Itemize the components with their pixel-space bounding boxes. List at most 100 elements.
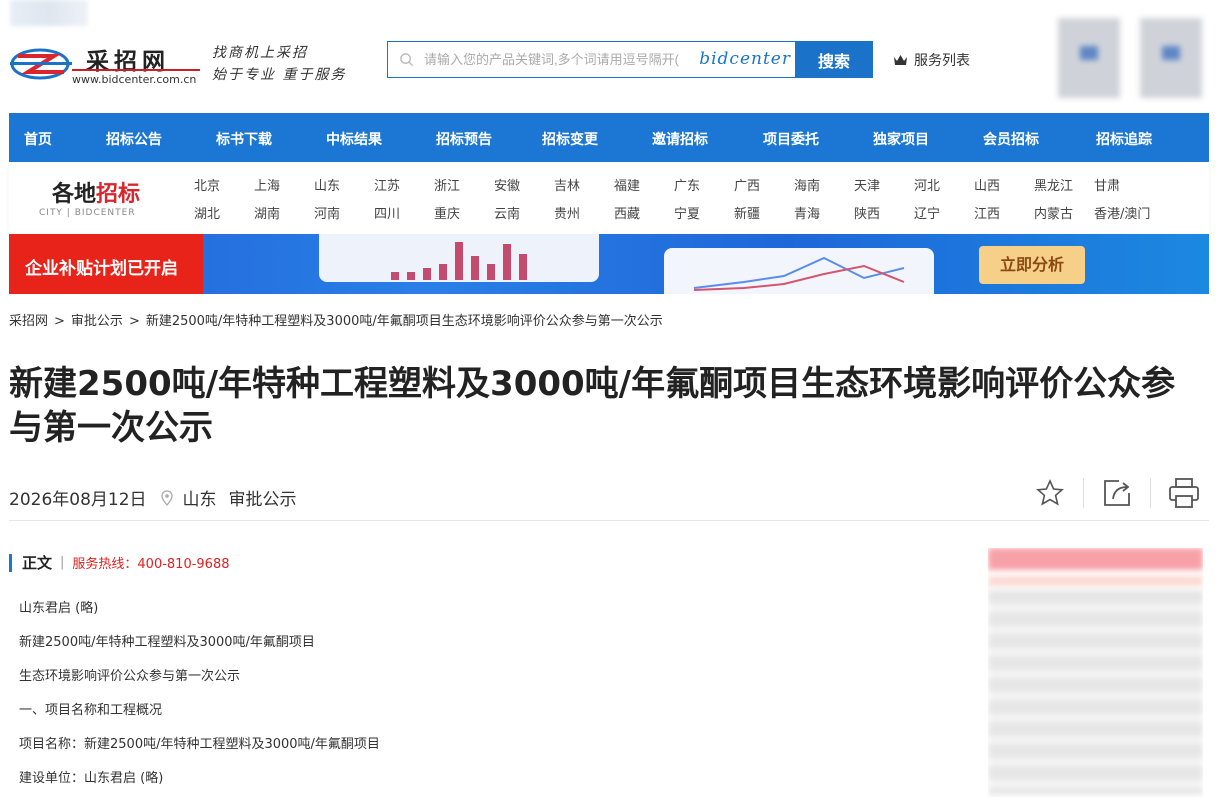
nav-item-bid-change[interactable]: 招标变更: [542, 129, 598, 149]
banner-chart-card-lines: [664, 248, 934, 294]
section-accent-bar: [9, 553, 12, 572]
print-button[interactable]: [1166, 475, 1202, 511]
page-title: 新建2500吨/年特种工程塑料及3000吨/年氟酮项目生态环境影响评价公众参与第…: [9, 364, 1176, 448]
city-link[interactable]: 吉林: [554, 175, 580, 194]
nav-item-bid-forecast[interactable]: 招标预告: [436, 129, 492, 149]
city-link[interactable]: 新疆: [734, 203, 760, 222]
city-link[interactable]: 青海: [794, 203, 820, 222]
logo-mark-icon: [10, 48, 72, 80]
breadcrumb-category[interactable]: 审批公示: [71, 314, 123, 329]
service-hotline: 服务热线：400-810-9688: [72, 557, 230, 572]
city-link[interactable]: 海南: [794, 175, 820, 194]
bar-chart-illustration-icon: [391, 242, 527, 280]
nav-item-member-bid[interactable]: 会员招标: [983, 129, 1039, 149]
action-divider: [1150, 478, 1151, 508]
city-link[interactable]: 湖北: [194, 203, 220, 222]
nav-item-invite-bid[interactable]: 邀请招标: [652, 129, 708, 149]
city-link[interactable]: 甘肃: [1094, 175, 1120, 194]
main-nav: 首页 招标公告 标书下载 中标结果 招标预告 招标变更 邀请招标 项目委托 独家…: [9, 113, 1209, 162]
city-link[interactable]: 福建: [614, 175, 640, 194]
breadcrumb-current: 新建2500吨/年特种工程塑料及3000吨/年氟酮项目生态环境影响评价公众参与第…: [145, 314, 663, 329]
site-logo[interactable]: 采招网 www.bidcenter.com.cn: [10, 40, 200, 86]
share-icon: [1104, 480, 1130, 506]
nav-item-bid-tracking[interactable]: 招标追踪: [1096, 129, 1152, 149]
search-box: bidcenter: [387, 41, 795, 78]
article-region[interactable]: 山东: [183, 485, 217, 510]
city-link[interactable]: 浙江: [434, 175, 460, 194]
city-link[interactable]: 香港/澳门: [1094, 203, 1150, 222]
city-link[interactable]: 广东: [674, 175, 700, 194]
nav-item-project-entrust[interactable]: 项目委托: [763, 129, 819, 149]
city-link[interactable]: 黑龙江: [1034, 175, 1073, 194]
share-button[interactable]: [1099, 475, 1135, 511]
slogan-line-2: 始于专业 重于服务: [212, 67, 347, 83]
service-list-link[interactable]: 服务列表: [893, 50, 970, 70]
city-link[interactable]: 广西: [734, 175, 760, 194]
body-paragraph: 项目名称：新建2500吨/年特种工程塑料及3000吨/年氟酮项目: [19, 737, 380, 752]
city-link[interactable]: 西藏: [614, 203, 640, 222]
nav-item-tender-docs[interactable]: 标书下载: [216, 129, 272, 149]
city-link[interactable]: 陕西: [854, 203, 880, 222]
body-paragraph: 建设单位：山东君启 (略): [19, 771, 164, 786]
article-body: 山东君启 (略) 新建2500吨/年特种工程塑料及3000吨/年氟酮项目 生态环…: [19, 600, 380, 797]
article-meta: 2026年08月12日 山东 审批公示: [9, 485, 297, 510]
city-link[interactable]: 四川: [374, 203, 400, 222]
article-actions: [1032, 475, 1202, 511]
city-link[interactable]: 山东: [314, 175, 340, 194]
star-icon: [1036, 479, 1064, 506]
nav-item-award-results[interactable]: 中标结果: [326, 129, 382, 149]
line-chart-illustration-icon: [693, 256, 905, 291]
banner-subsidy-text: 企业补贴计划已开启: [25, 259, 178, 279]
crown-icon: [894, 55, 907, 65]
city-link[interactable]: 江苏: [374, 175, 400, 194]
region-panel: 各地招标 CITY | BIDCENTER 北京 上海 山东 江苏 浙江 安徽 吉林 福建 广东…: [9, 162, 1209, 234]
qr-code-blurred-2: [1140, 18, 1202, 98]
city-link[interactable]: 辽宁: [914, 203, 940, 222]
service-list-label: 服务列表: [914, 53, 970, 69]
city-link[interactable]: 河北: [914, 175, 940, 194]
search-icon: [400, 53, 414, 67]
city-link[interactable]: 江西: [974, 203, 1000, 222]
promo-banner[interactable]: 企业补贴计划已开启 立即分析: [9, 234, 1209, 294]
nav-item-home[interactable]: 首页: [24, 129, 52, 149]
banner-chart-card-bars: [319, 234, 599, 282]
region-panel-title: 各地招标: [52, 182, 141, 207]
nav-item-bid-notice[interactable]: 招标公告: [106, 129, 162, 149]
action-divider: [1083, 478, 1084, 508]
city-link[interactable]: 上海: [254, 175, 280, 194]
article-category[interactable]: 审批公示: [229, 485, 297, 510]
city-link[interactable]: 北京: [194, 175, 220, 194]
sidebar-blurred-panel: [988, 548, 1203, 797]
city-link[interactable]: 内蒙古: [1034, 203, 1073, 222]
city-link[interactable]: 安徽: [494, 175, 520, 194]
search-button[interactable]: 搜索: [795, 41, 873, 78]
city-link[interactable]: 湖南: [254, 203, 280, 222]
blurred-top-link: [10, 0, 88, 26]
slogan-line-1: 找商机上采招: [212, 45, 308, 61]
slogan: 找商机上采招 始于专业 重于服务: [212, 42, 346, 86]
location-icon: [160, 489, 173, 506]
body-paragraph: 山东君启 (略): [19, 601, 99, 616]
meta-divider: [9, 520, 1209, 521]
banner-analyze-button[interactable]: 立即分析: [979, 246, 1085, 284]
print-icon: [1169, 478, 1199, 508]
city-link[interactable]: 河南: [314, 203, 340, 222]
city-link[interactable]: 天津: [854, 175, 880, 194]
favorite-button[interactable]: [1032, 475, 1068, 511]
logo-url: www.bidcenter.com.cn: [72, 73, 197, 86]
city-link[interactable]: 山西: [974, 175, 1000, 194]
qr-code-blurred-1: [1058, 18, 1120, 98]
article-date: 2026年08月12日: [9, 490, 147, 510]
body-paragraph: 一、项目名称和工程概况: [19, 703, 163, 718]
banner-subsidy-block: 企业补贴计划已开启: [9, 234, 203, 294]
breadcrumb-home[interactable]: 采招网: [9, 314, 48, 329]
city-link[interactable]: 重庆: [434, 203, 460, 222]
city-link[interactable]: 宁夏: [674, 203, 700, 222]
logo-underline: [72, 69, 200, 71]
city-link[interactable]: 云南: [494, 203, 520, 222]
breadcrumb: 采招网 > 审批公示 > 新建2500吨/年特种工程塑料及3000吨/年氟酮项目生态环境…: [9, 314, 663, 329]
content-section-header: 正文 | 服务热线：400-810-9688: [9, 552, 230, 573]
search-input[interactable]: [424, 42, 694, 77]
nav-item-exclusive-project[interactable]: 独家项目: [873, 129, 929, 149]
city-link[interactable]: 贵州: [554, 203, 580, 222]
